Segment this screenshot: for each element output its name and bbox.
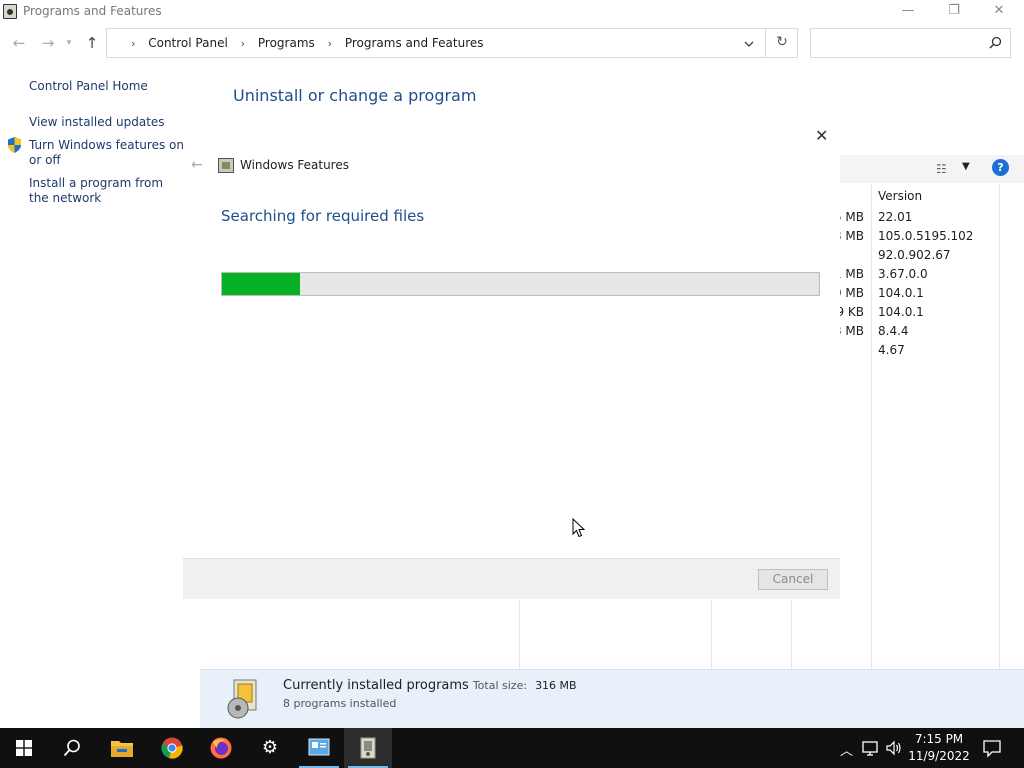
volume-icon[interactable] (886, 740, 902, 756)
turn-windows-features-link[interactable]: Turn Windows features on or off (29, 138, 189, 168)
list-item-version: 8.4.4 (878, 324, 909, 338)
back-button[interactable]: ← (9, 32, 29, 54)
forward-button[interactable]: → (38, 32, 58, 54)
dialog-title: Windows Features (240, 158, 349, 172)
taskbar-settings[interactable]: ⚙ (246, 728, 294, 768)
installed-programs-icon (227, 679, 257, 719)
programs-and-features-icon (360, 737, 376, 759)
windows-features-dialog: ✕ ← Windows Features Searching for requi… (183, 118, 840, 599)
mouse-cursor-icon (572, 518, 586, 538)
progress-bar-fill (222, 273, 300, 295)
cancel-button[interactable]: Cancel (758, 569, 828, 590)
programs-and-features-window: Programs and Features — ❐ ✕ ← → ▾ ↑ › Co… (0, 0, 1024, 728)
refresh-icon[interactable]: ↻ (771, 34, 793, 52)
folder-icon (111, 741, 133, 757)
help-icon[interactable]: ? (992, 159, 1009, 176)
taskbar-file-explorer[interactable] (98, 728, 146, 768)
list-item-version: 4.67 (878, 343, 905, 357)
list-item-version: 105.0.5195.102 (878, 229, 974, 243)
taskbar-clock[interactable]: 7:15 PM 11/9/2022 (906, 731, 972, 765)
change-view-icon[interactable]: ☷ (936, 162, 947, 176)
network-icon[interactable] (862, 740, 880, 756)
breadcrumb-programs[interactable]: Programs (258, 36, 315, 50)
view-installed-updates-link[interactable]: View installed updates (29, 115, 165, 130)
breadcrumb: › Control Panel › Programs › Programs an… (131, 36, 484, 50)
clock-date: 11/9/2022 (908, 749, 970, 763)
restore-button[interactable]: ❐ (931, 0, 977, 24)
action-center-icon[interactable] (980, 738, 1004, 758)
navigation-bar: ← → ▾ ↑ › Control Panel › Programs › Pro… (0, 28, 1024, 58)
view-options-chevron-icon[interactable]: ▼ (962, 161, 970, 172)
show-hidden-icons-chevron-icon[interactable]: ︿ (840, 740, 853, 759)
windows-features-icon (218, 158, 234, 173)
taskbar-search-button[interactable] (48, 728, 96, 768)
system-info-icon (308, 738, 330, 756)
column-header-version[interactable]: Version (878, 189, 922, 203)
list-toolbar: ☷ ▼ ? (840, 155, 1024, 183)
taskbar-firefox[interactable] (197, 728, 245, 768)
search-icon (989, 36, 1002, 53)
breadcrumb-programs-and-features[interactable]: Programs and Features (345, 36, 484, 50)
gear-icon: ⚙ (261, 737, 279, 758)
search-icon (63, 739, 80, 757)
taskbar-chrome[interactable] (148, 728, 196, 768)
close-button[interactable]: ✕ (976, 0, 1022, 24)
clock-time: 7:15 PM (914, 732, 964, 746)
window-title: Programs and Features (23, 4, 162, 18)
title-bar: Programs and Features — ❐ ✕ (0, 0, 1024, 24)
install-from-network-link[interactable]: Install a program from the network (29, 176, 179, 206)
dialog-footer: Cancel (183, 558, 840, 599)
minimize-button[interactable]: — (885, 0, 931, 24)
progress-bar (221, 272, 820, 296)
control-panel-home-link[interactable]: Control Panel Home (29, 79, 148, 94)
taskbar: ⚙ ︿ 7:15 PM 11/9/2022 (0, 728, 1024, 768)
list-item-version: 104.0.1 (878, 305, 924, 319)
start-button[interactable] (0, 728, 48, 768)
search-box[interactable] (810, 28, 1011, 58)
page-title: Uninstall or change a program (233, 86, 477, 105)
windows-logo-icon (16, 740, 32, 756)
taskbar-programs-and-features[interactable] (344, 728, 392, 768)
list-item-version: 22.01 (878, 210, 913, 224)
total-size-value: 316 MB (535, 679, 577, 692)
up-button[interactable]: ↑ (82, 32, 102, 54)
list-item-version: 104.0.1 (878, 286, 924, 300)
programs-count: 8 programs installed (283, 697, 397, 710)
total-size-label: Total size: (472, 679, 528, 692)
dialog-back-arrow-icon[interactable]: ← (191, 157, 203, 173)
address-dropdown-icon[interactable] (739, 35, 759, 53)
firefox-icon (210, 737, 232, 759)
recent-locations-chevron-icon[interactable]: ▾ (62, 32, 76, 54)
breadcrumb-control-panel[interactable]: Control Panel (148, 36, 228, 50)
chrome-icon (161, 737, 183, 759)
list-item-version: 92.0.902.67 (878, 248, 951, 262)
taskbar-system-info[interactable] (295, 728, 343, 768)
dialog-close-icon[interactable]: ✕ (815, 126, 828, 145)
control-panel-icon (3, 4, 17, 19)
address-bar[interactable]: › Control Panel › Programs › Programs an… (106, 28, 798, 58)
uac-shield-icon (8, 137, 21, 153)
list-item-version: 3.67.0.0 (878, 267, 928, 281)
details-title: Currently installed programs (283, 678, 469, 693)
details-pane: Currently installed programs Total size: 3… (200, 669, 1024, 728)
dialog-status-text: Searching for required files (221, 207, 425, 225)
